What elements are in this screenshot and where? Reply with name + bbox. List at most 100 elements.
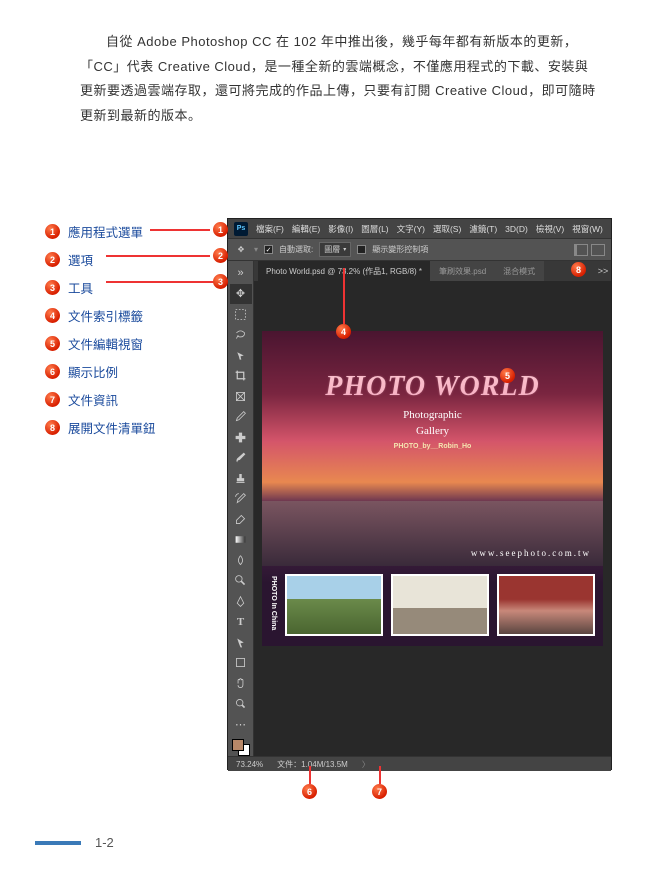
- text-tool-icon[interactable]: T: [230, 612, 252, 633]
- marquee-tool-icon[interactable]: [230, 304, 252, 325]
- legend-badge: 1: [45, 224, 60, 239]
- auto-select-label: 自動選取:: [279, 244, 313, 255]
- stamp-tool-icon[interactable]: [230, 468, 252, 489]
- tool-collapse-icon[interactable]: »: [230, 263, 252, 284]
- thumbnail-image: [391, 574, 489, 636]
- menu-type[interactable]: 文字(Y): [397, 223, 425, 235]
- artboard: PHOTO WORLD Photographic Gallery PHOTO_b…: [262, 331, 603, 646]
- artboard-vertical-text: PHOTO In China: [270, 574, 277, 636]
- menu-select[interactable]: 選取(S): [433, 223, 461, 235]
- menu-window[interactable]: 視窗(W): [572, 223, 603, 235]
- status-expand-icon[interactable]: 〉: [362, 759, 370, 770]
- canvas[interactable]: PHOTO WORLD Photographic Gallery PHOTO_b…: [254, 281, 611, 756]
- brush-tool-icon[interactable]: [230, 448, 252, 469]
- menu-3d[interactable]: 3D(D): [505, 224, 528, 234]
- thumbnail-image: [497, 574, 595, 636]
- callout-line: [343, 268, 345, 324]
- path-select-tool-icon[interactable]: [230, 632, 252, 653]
- tool-options-icon[interactable]: ⋯: [230, 714, 252, 735]
- legend-label: 文件索引標籤: [68, 306, 143, 325]
- heal-tool-icon[interactable]: [230, 427, 252, 448]
- legend-label: 選項: [68, 250, 93, 269]
- color-swatch[interactable]: [232, 739, 250, 757]
- page-accent-bar: [35, 841, 81, 845]
- show-transform-checkbox[interactable]: [357, 245, 366, 254]
- move-tool-icon[interactable]: ✥: [230, 284, 252, 305]
- callout-marker-2: 2: [213, 248, 228, 263]
- photoshop-window: Ps 檔案(F) 編輯(E) 影像(I) 圖層(L) 文字(Y) 選取(S) 濾…: [227, 218, 612, 770]
- dodge-tool-icon[interactable]: [230, 571, 252, 592]
- callout-line: [150, 229, 210, 231]
- frame-tool-icon[interactable]: [230, 386, 252, 407]
- artboard-thumbnails: PHOTO In China: [262, 566, 603, 636]
- callout-marker-1: 1: [213, 222, 228, 237]
- menu-edit[interactable]: 編輯(E): [292, 223, 320, 235]
- foreground-color-icon[interactable]: [232, 739, 244, 751]
- callout-marker-3: 3: [213, 274, 228, 289]
- legend-item: 1 應用程式選單: [45, 222, 156, 241]
- eraser-tool-icon[interactable]: [230, 509, 252, 530]
- quick-select-tool-icon[interactable]: [230, 345, 252, 366]
- blur-tool-icon[interactable]: [230, 550, 252, 571]
- page-footer: 1-2: [35, 835, 114, 850]
- pen-tool-icon[interactable]: [230, 591, 252, 612]
- intro-paragraph: 自從 Adobe Photoshop CC 在 102 年中推出後，幾乎每年都有…: [80, 30, 600, 129]
- legend-badge: 7: [45, 392, 60, 407]
- tools-panel: » ✥ T ⋯: [228, 261, 254, 756]
- tab-expand-button[interactable]: >>: [595, 261, 611, 281]
- auto-select-dropdown[interactable]: 圖層▾: [319, 242, 351, 257]
- artboard-title: PHOTO WORLD: [262, 331, 603, 403]
- document-tabs: Photo World.psd @ 73.2% (作品1, RGB/8) * 筆…: [254, 261, 611, 281]
- legend-item: 7 文件資訊: [45, 390, 156, 409]
- legend-badge: 5: [45, 336, 60, 351]
- legend-item: 8 展開文件清單鈕: [45, 418, 156, 437]
- artboard-credit: PHOTO_by__Robin_Ho: [262, 443, 603, 450]
- legend-badge: 8: [45, 420, 60, 435]
- artboard-hero: PHOTO WORLD Photographic Gallery PHOTO_b…: [262, 331, 603, 501]
- legend-label: 文件編輯視窗: [68, 334, 143, 353]
- document-info[interactable]: 文件：1.04M/13.5M: [277, 759, 348, 770]
- eyedropper-tool-icon[interactable]: [230, 407, 252, 428]
- menu-layer[interactable]: 圖層(L): [361, 223, 388, 235]
- app-menubar: Ps 檔案(F) 編輯(E) 影像(I) 圖層(L) 文字(Y) 選取(S) 濾…: [228, 219, 611, 239]
- align-icon[interactable]: [574, 244, 588, 256]
- document-tab[interactable]: Photo World.psd @ 73.2% (作品1, RGB/8) *: [258, 261, 431, 281]
- lasso-tool-icon[interactable]: [230, 325, 252, 346]
- legend-badge: 4: [45, 308, 60, 323]
- legend-label: 展開文件清單鈕: [68, 418, 156, 437]
- callout-line: [379, 766, 381, 784]
- zoom-level[interactable]: 73.24%: [236, 760, 263, 769]
- status-bar: 73.24% 文件：1.04M/13.5M 〉: [228, 756, 611, 771]
- legend-label: 文件資訊: [68, 390, 118, 409]
- history-brush-tool-icon[interactable]: [230, 489, 252, 510]
- legend-item: 5 文件編輯視窗: [45, 334, 156, 353]
- menu-view[interactable]: 檢視(V): [536, 223, 564, 235]
- hand-tool-icon[interactable]: [230, 673, 252, 694]
- thumbnail-image: [285, 574, 383, 636]
- move-tool-indicator-icon: ✥: [234, 243, 248, 257]
- document-tab[interactable]: 筆刷效果.psd: [431, 261, 495, 281]
- callout-marker-5: 5: [500, 368, 515, 383]
- show-transform-label: 顯示變形控制項: [372, 244, 428, 255]
- gradient-tool-icon[interactable]: [230, 530, 252, 551]
- auto-select-checkbox[interactable]: ✓: [264, 245, 273, 254]
- menu-image[interactable]: 影像(I): [328, 223, 353, 235]
- align-icon[interactable]: [591, 244, 605, 256]
- app-logo-icon: Ps: [234, 222, 248, 236]
- options-bar: ✥ ▾ ✓ 自動選取: 圖層▾ 顯示變形控制項: [228, 239, 611, 261]
- document-tab[interactable]: 混合模式: [495, 261, 544, 281]
- legend-item: 4 文件索引標籤: [45, 306, 156, 325]
- legend-label: 應用程式選單: [68, 222, 143, 241]
- callout-marker-4: 4: [336, 324, 351, 339]
- legend-label: 顯示比例: [68, 362, 118, 381]
- artboard-subtitle: Photographic: [262, 409, 603, 421]
- shape-tool-icon[interactable]: [230, 653, 252, 674]
- document-area: Photo World.psd @ 73.2% (作品1, RGB/8) * 筆…: [254, 261, 611, 756]
- legend-label: 工具: [68, 278, 93, 297]
- zoom-tool-icon[interactable]: [230, 694, 252, 715]
- legend-badge: 6: [45, 364, 60, 379]
- menu-filter[interactable]: 濾鏡(T): [469, 223, 497, 235]
- callout-marker-6: 6: [302, 784, 317, 799]
- crop-tool-icon[interactable]: [230, 366, 252, 387]
- menu-file[interactable]: 檔案(F): [256, 223, 284, 235]
